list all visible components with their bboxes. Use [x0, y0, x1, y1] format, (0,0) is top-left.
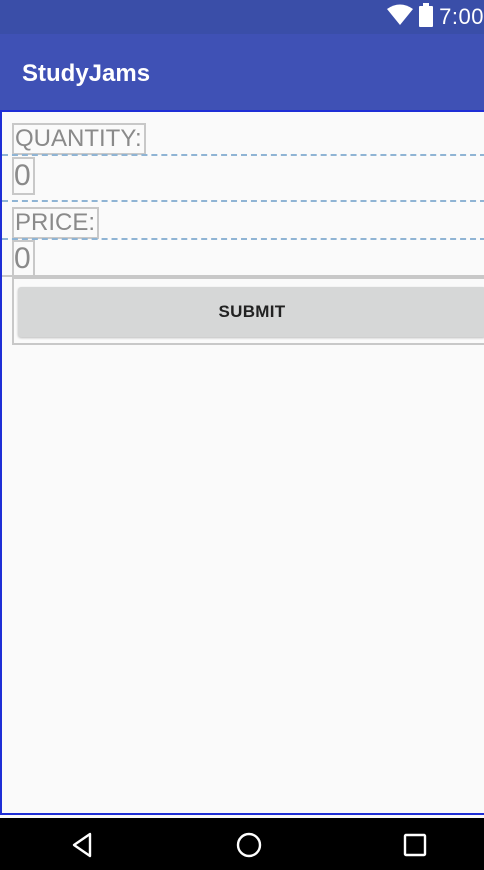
wifi-icon — [387, 4, 414, 31]
back-icon[interactable] — [68, 830, 98, 860]
battery-icon — [419, 2, 434, 32]
price-value[interactable]: 0 — [12, 240, 35, 278]
app-title: StudyJams — [22, 60, 151, 87]
app-bar: StudyJams — [0, 34, 484, 110]
quantity-label: QUANTITY: — [12, 123, 146, 155]
content-layout: QUANTITY: 0 PRICE: 0 SUBMIT — [0, 110, 484, 815]
recents-icon[interactable] — [400, 830, 430, 860]
price-label: PRICE: — [12, 207, 100, 239]
quantity-value[interactable]: 0 — [12, 157, 35, 195]
status-bar: 7:00 — [0, 0, 484, 34]
layout-guide-line — [2, 154, 484, 156]
home-icon[interactable] — [234, 830, 264, 860]
submit-button[interactable]: SUBMIT — [18, 287, 484, 337]
status-icons: 7:00 — [387, 0, 484, 34]
button-frame: SUBMIT — [12, 277, 484, 345]
layout-guide-line — [2, 238, 484, 240]
layout-guide-line — [2, 200, 484, 202]
navigation-bar — [0, 818, 484, 870]
status-time: 7:00 — [439, 4, 484, 29]
